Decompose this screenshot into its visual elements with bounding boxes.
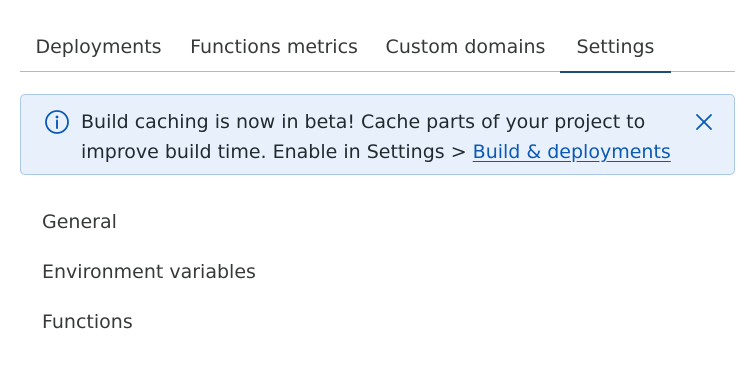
tab-deployments[interactable]: Deployments [20, 22, 177, 72]
tab-label: Settings [576, 36, 655, 58]
tab-label: Functions metrics [190, 36, 358, 58]
build-deployments-link[interactable]: Build & deployments [473, 141, 671, 163]
info-icon [45, 110, 69, 134]
settings-menu: General Environment variables Functions [42, 200, 256, 350]
menu-item-environment-variables[interactable]: Environment variables [42, 250, 256, 300]
tab-custom-domains[interactable]: Custom domains [371, 22, 560, 72]
beta-info-banner: Build caching is now in beta! Cache part… [20, 94, 735, 175]
menu-item-functions[interactable]: Functions [42, 300, 256, 350]
tab-functions-metrics[interactable]: Functions metrics [177, 22, 371, 72]
tab-label: Custom domains [385, 36, 546, 58]
banner-message: Build caching is now in beta! Cache part… [81, 107, 691, 167]
close-icon[interactable] [692, 110, 716, 134]
tab-bar: Deployments Functions metrics Custom dom… [20, 22, 735, 73]
tab-label: Deployments [35, 36, 162, 58]
tab-settings[interactable]: Settings [560, 22, 671, 73]
menu-item-general[interactable]: General [42, 200, 256, 250]
